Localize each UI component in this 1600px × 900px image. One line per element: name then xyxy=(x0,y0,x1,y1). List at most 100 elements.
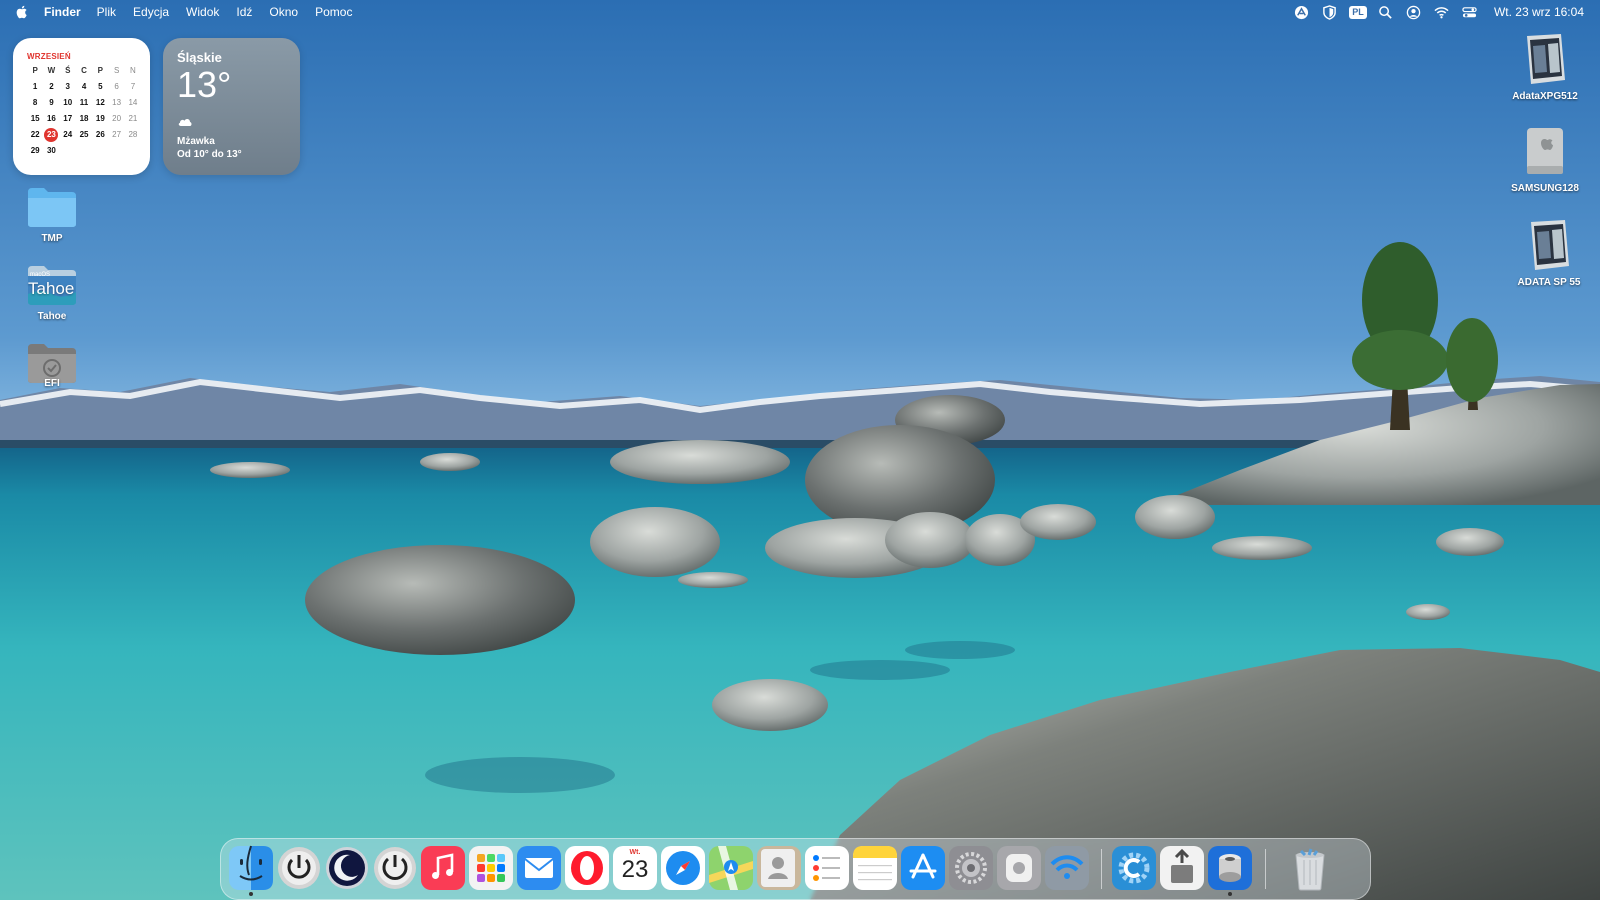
desktop-item-samsung128[interactable]: SAMSUNG128 xyxy=(1500,126,1590,194)
external-drive-icon xyxy=(1531,220,1569,270)
mail-icon xyxy=(517,846,561,890)
desktop-item-label: SAMSUNG128 xyxy=(1511,183,1579,194)
weather-temperature: 13° xyxy=(177,64,232,105)
desktop-item-label: Tahoe xyxy=(37,311,67,322)
dock-maps[interactable] xyxy=(708,845,754,891)
reminders-icon xyxy=(805,846,849,890)
macos-tahoe-folder-icon: macOS Tahoe xyxy=(26,264,78,306)
calendar-day: 15 xyxy=(30,114,40,123)
menu-file[interactable]: Plik xyxy=(97,5,116,19)
sleep-moon-icon xyxy=(326,847,368,889)
dock-clover-configurator[interactable] xyxy=(1111,845,1157,891)
calendar-day: 19 xyxy=(95,114,105,123)
desktop-item-tmp[interactable]: TMP xyxy=(7,186,97,244)
desktop-item-tahoe[interactable]: macOS Tahoe Tahoe xyxy=(7,264,97,322)
weekday-label: P xyxy=(32,66,38,75)
calendar-day: 21 xyxy=(128,114,138,123)
dock-app-store[interactable] xyxy=(900,845,946,891)
weekday-label: C xyxy=(81,66,87,75)
input-source-icon[interactable]: PL xyxy=(1344,0,1372,24)
launchpad-icon xyxy=(469,846,513,890)
calendar-day: 18 xyxy=(79,114,89,123)
dock-notes[interactable] xyxy=(852,845,898,891)
disk-tool-icon xyxy=(1208,846,1252,890)
today-label: 23 xyxy=(46,130,56,139)
wifi-app-icon xyxy=(1045,846,1089,890)
accessibility-icon[interactable] xyxy=(1288,0,1316,24)
apple-menu-icon[interactable] xyxy=(14,4,30,20)
dock-shut-down[interactable] xyxy=(276,845,322,891)
desktop-item-label: TMP xyxy=(41,233,63,244)
calendar-grid: P W Ś C P S N 1 2 3 4 5 6 7 8 9 10 11 12… xyxy=(27,64,138,158)
external-drive-icon xyxy=(1527,34,1565,84)
dock-sleep[interactable] xyxy=(324,845,370,891)
menu-help[interactable]: Pomoc xyxy=(315,5,352,19)
dock-calendar[interactable]: Wt. 23 xyxy=(612,845,658,891)
calendar-month: WRZESIEŃ xyxy=(27,52,71,61)
calendar-day: 13 xyxy=(112,98,122,107)
dock: Wt. 23 xyxy=(220,838,1371,900)
restart-icon xyxy=(374,847,416,889)
calendar-day: 6 xyxy=(114,82,119,91)
weekday-label: N xyxy=(130,66,136,75)
dock-mail[interactable] xyxy=(516,845,562,891)
dock-separator xyxy=(1101,849,1102,889)
desktop-item-efi[interactable]: EFI xyxy=(7,342,97,389)
dock-kext-utility[interactable] xyxy=(1159,845,1205,891)
clover-configurator-icon xyxy=(1112,846,1156,890)
dock-music[interactable] xyxy=(420,845,466,891)
dock-system-settings[interactable] xyxy=(948,845,994,891)
calendar-day: 16 xyxy=(46,114,56,123)
power-icon xyxy=(278,847,320,889)
user-icon[interactable] xyxy=(1400,0,1428,24)
dock-separator xyxy=(1265,849,1266,889)
shield-icon[interactable] xyxy=(1316,0,1344,24)
gray-app-icon xyxy=(997,846,1041,890)
menu-go[interactable]: Idź xyxy=(236,5,252,19)
calendar-day: 26 xyxy=(95,130,105,139)
calendar-widget[interactable]: WRZESIEŃ P W Ś C P S N 1 2 3 4 5 6 7 8 9… xyxy=(13,38,150,175)
weather-condition: Mżawka xyxy=(177,136,215,147)
dock-disk-tool[interactable] xyxy=(1207,845,1253,896)
internal-drive-icon xyxy=(1527,128,1563,174)
calendar-day: 3 xyxy=(65,82,70,91)
cloud-icon xyxy=(178,118,192,126)
desktop-item-adataxpg512[interactable]: AdataXPG512 xyxy=(1500,32,1590,102)
control-center-icon[interactable] xyxy=(1456,0,1484,24)
calendar-day: 30 xyxy=(46,146,56,155)
dock-wifi-app[interactable] xyxy=(1044,845,1090,891)
calendar-day: 27 xyxy=(112,130,122,139)
calendar-day: 1 xyxy=(32,82,38,91)
desktop-item-adata-sp55[interactable]: ADATA SP 55 xyxy=(1504,218,1594,288)
menu-bar-clock[interactable]: Wt. 23 wrz 16:04 xyxy=(1494,5,1584,19)
dock-finder[interactable] xyxy=(228,845,274,896)
menu-edit[interactable]: Edycja xyxy=(133,5,169,19)
running-indicator xyxy=(249,892,253,896)
dock-reminders[interactable] xyxy=(804,845,850,891)
app-name-menu[interactable]: Finder xyxy=(44,5,81,19)
dock-opera[interactable] xyxy=(564,845,610,891)
desktop-item-label: ADATA SP 55 xyxy=(1517,277,1581,288)
calendar-day: 10 xyxy=(63,98,73,107)
dock-gray-app[interactable] xyxy=(996,845,1042,891)
calendar-day: 29 xyxy=(30,146,40,155)
menu-view[interactable]: Widok xyxy=(186,5,219,19)
weekday-label: P xyxy=(97,66,103,75)
wifi-icon[interactable] xyxy=(1428,0,1456,24)
dock-restart[interactable] xyxy=(372,845,418,891)
dock-safari[interactable] xyxy=(660,845,706,891)
menu-window[interactable]: Okno xyxy=(269,5,298,19)
notes-icon xyxy=(853,846,897,890)
search-icon[interactable] xyxy=(1372,0,1400,24)
dock-contacts[interactable] xyxy=(756,845,802,891)
system-settings-icon xyxy=(949,846,993,890)
music-icon xyxy=(421,846,465,890)
weather-widget[interactable]: Śląskie 13° Mżawka Od 10° do 13° xyxy=(163,38,300,175)
calendar-day: 2 xyxy=(49,82,54,91)
dock-trash[interactable] xyxy=(1287,845,1333,891)
dock-launchpad[interactable] xyxy=(468,845,514,891)
desktop-item-label: AdataXPG512 xyxy=(1512,91,1578,102)
calendar-day: 8 xyxy=(32,98,38,107)
input-source-label: PL xyxy=(1349,5,1367,19)
calendar-day: 17 xyxy=(63,114,73,123)
